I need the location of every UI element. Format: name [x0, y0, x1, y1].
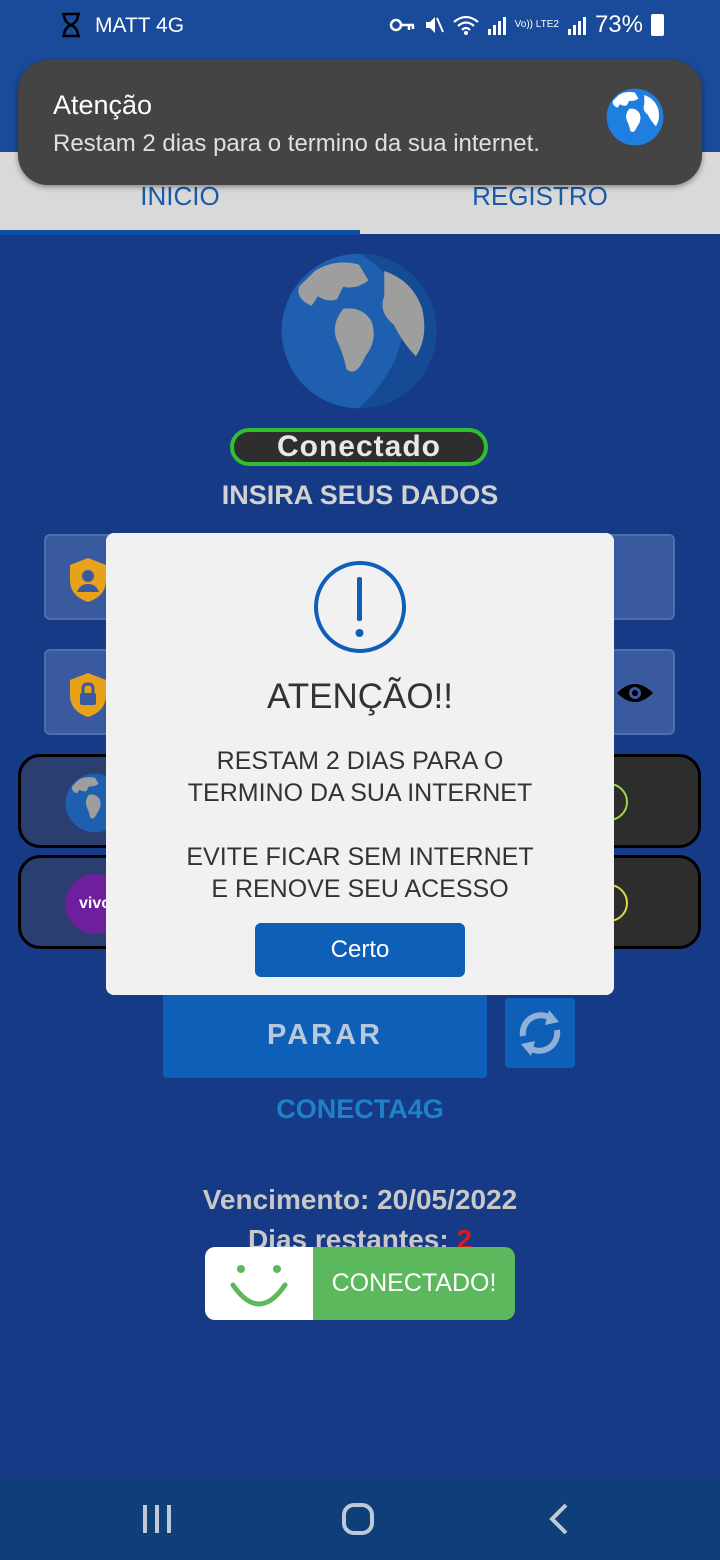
notification-text: Restam 2 dias para o termino da sua inte… — [53, 130, 540, 157]
days-remaining-value: 2 — [456, 1224, 473, 1248]
days-remaining-label: Dias restantes: — [247, 1224, 457, 1248]
dialog-message: RESTAM 2 DIAS PARA O TERMINO DA SUA INTE… — [186, 747, 534, 903]
form-heading: INSIRA SEUS DADOS — [221, 480, 499, 510]
refresh-button[interactable] — [505, 998, 575, 1068]
tab-indicator — [0, 230, 360, 235]
toast-icon-area — [205, 1247, 313, 1320]
notification-title: Atenção — [53, 90, 153, 120]
back-button[interactable] — [538, 1497, 582, 1541]
carrier-label: MATT 4G — [95, 14, 185, 37]
user-shield-icon — [70, 558, 106, 602]
smiley-icon — [230, 1265, 288, 1307]
toast-message: CONECTADO! — [313, 1247, 515, 1320]
connection-status-pill: Conectado — [230, 428, 488, 466]
battery-icon — [651, 14, 664, 36]
globe-icon — [281, 253, 437, 409]
days-remaining: Dias restantes: 2 — [0, 1224, 720, 1248]
globe-icon — [606, 88, 664, 146]
key-icon — [389, 18, 414, 32]
mute-icon — [425, 17, 444, 33]
lock-shield-icon — [70, 673, 106, 717]
exclamation-icon — [314, 561, 406, 653]
recent-apps-button[interactable] — [135, 1497, 179, 1541]
wifi-icon — [452, 15, 479, 35]
signal-icon — [487, 17, 506, 35]
battery-percent: 73% — [594, 11, 643, 38]
stop-button[interactable]: PARAR — [163, 993, 487, 1078]
system-nav-bar — [0, 1477, 720, 1560]
refresh-icon — [519, 1010, 561, 1056]
signal-icon-2 — [567, 17, 586, 35]
app-name: CONECTA4G — [276, 1094, 444, 1124]
lte-label: Vo)) LTE2 — [514, 19, 559, 30]
expiry-date: Vencimento: 20/05/2022 — [202, 1184, 518, 1215]
home-button[interactable] — [336, 1497, 380, 1541]
eye-icon[interactable] — [615, 681, 655, 705]
connected-toast: CONECTADO! — [205, 1247, 515, 1320]
ok-button[interactable]: Certo — [255, 923, 465, 977]
push-notification[interactable]: Atenção Restam 2 dias para o termino da … — [18, 60, 702, 185]
status-bar: MATT 4G Vo)) LTE2 73% — [0, 0, 720, 52]
hourglass-icon — [62, 12, 80, 38]
dialog-title: ATENÇÃO!! — [266, 677, 454, 716]
status-icons: Vo)) LTE2 73% — [389, 11, 664, 39]
alert-dialog: ATENÇÃO!! RESTAM 2 DIAS PARA O TERMINO D… — [106, 533, 614, 995]
